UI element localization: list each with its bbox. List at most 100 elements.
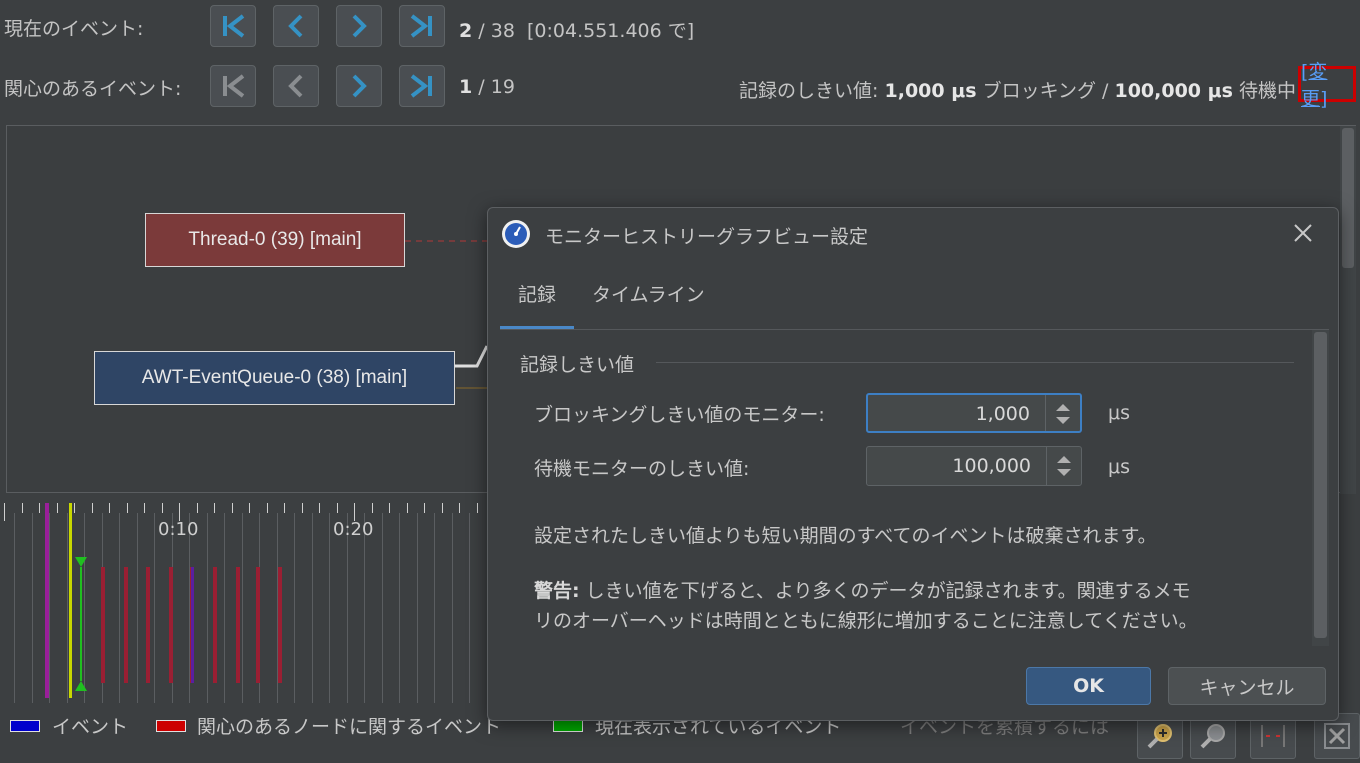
current-event-time: [0:04.551.406 で] [527,20,695,42]
timeline-tick [441,503,443,513]
blocking-spinner[interactable] [1045,395,1080,431]
interest-event-marker [236,567,240,683]
legend-label-event: イベント [52,716,129,738]
event-timeline[interactable] [0,495,490,705]
timeline-tick [196,503,198,513]
timeline-tick [231,503,233,513]
blocking-threshold-input[interactable]: 1,000 [866,393,1082,433]
timeline-tick [4,503,5,521]
legend-swatch-current [553,720,583,732]
cancel-button[interactable]: キャンセル [1168,667,1326,705]
timeline-tick [389,503,390,513]
dialog-scrollbar[interactable] [1312,330,1329,646]
threshold-summary: 記録のしきい値: 1,000 μs ブロッキング / 100,000 μs 待機… [739,80,1296,102]
timeline-tick [74,503,75,513]
timeline-gridline [66,513,68,703]
timeline-gridline [399,513,400,703]
timeline-gridline [451,513,453,703]
timeline-tick [459,503,460,513]
timeline-tick [214,503,215,513]
timeline-gridline [346,513,348,703]
current-event-label: 現在のイベント: [4,18,144,40]
timeline-gridline [224,513,225,703]
timeline-gridline [294,513,295,703]
waiting-unit: μs [1108,456,1130,478]
ok-button[interactable]: OK [1026,667,1151,705]
timeline-tick [336,503,338,513]
timeline-tick [424,503,425,513]
interest-event-marker [146,567,150,683]
timeline-gridline [434,513,435,703]
zoom-in-icon [1147,724,1172,749]
section-divider [656,362,1294,363]
skip-first-icon [223,74,245,98]
timeline-gridline [241,513,243,703]
tab-timeline[interactable]: タイムライン [592,280,705,307]
timeline-tick [56,503,58,513]
interest-event-marker [213,567,217,683]
interest-event-marker [256,567,260,683]
timeline-tick-label: 0:10 [158,519,199,540]
legend-swatch-event [10,720,40,732]
fit-range-icon [1261,725,1285,747]
timeline-gridline [14,513,15,703]
timeline-tick [266,503,268,513]
tab-recording[interactable]: 記録 [518,280,556,307]
waiting-spinner[interactable] [1046,447,1081,485]
legend-swatch-interest [156,720,186,732]
timeline-gridline [31,513,33,703]
timeline-gridline [136,513,138,703]
chevron-left-icon [288,74,303,98]
last-interest-event-button[interactable] [399,65,445,107]
timeline-gridline [469,513,470,703]
skip-first-icon [223,14,245,38]
timeline-gridline [416,513,418,703]
dialog-close-button[interactable] [1289,219,1317,247]
timeline-gridline [364,513,365,703]
timeline-tick [39,503,40,513]
gauge-icon [502,220,530,248]
timeline-gridline [329,513,330,703]
close-icon [1294,224,1312,242]
timeline-tick-label: 0:20 [333,519,374,540]
last-event-button[interactable] [399,5,445,47]
skip-last-icon [410,14,432,38]
first-interest-event-button[interactable] [210,65,256,107]
timeline-tick [109,503,110,513]
dialog-title: モニターヒストリーグラフビュー設定 [545,226,869,248]
previous-event-button[interactable] [273,5,319,47]
close-icon [1324,723,1350,749]
interest-event-marker [278,567,282,683]
chevron-right-icon [352,74,367,98]
next-interest-event-button[interactable] [336,65,382,107]
thread-node-thread-0[interactable]: Thread-0 (39) [main] [145,213,405,267]
legend-label-interest: 関心のあるノードに関するイベント [197,716,502,738]
event-marker [191,567,194,683]
timeline-tick [91,503,93,513]
timeline-tick [21,503,23,513]
timeline-tick [126,503,128,513]
interest-event-label: 関心のあるイベント: [4,78,182,100]
chevron-right-icon [352,14,367,38]
spinner-arrows-icon [1057,456,1071,476]
next-event-button[interactable] [336,5,382,47]
graph-scrollbar[interactable] [1340,126,1356,494]
zoom-out-icon [1200,724,1225,749]
waiting-threshold-label: 待機モニターのしきい値: [534,458,750,480]
section-title: 記録しきい値 [520,354,635,376]
interest-event-marker [124,567,128,683]
first-event-button[interactable] [210,5,256,47]
timeline-gridline [154,513,155,703]
spinner-arrows-icon [1056,404,1070,424]
change-threshold-link[interactable]: [変更] [1298,61,1356,110]
timeline-tick [249,503,250,513]
thread-node-awt-eventqueue[interactable]: AWT-EventQueue-0 (38) [main] [94,351,455,405]
interest-event-marker [169,567,173,683]
waiting-threshold-input[interactable]: 100,000 [866,446,1082,486]
previous-interest-event-button[interactable] [273,65,319,107]
timeline-tick [144,503,145,513]
info-text: 設定されたしきい値よりも短い期間のすべてのイベントは破棄されます。 [534,525,1157,547]
timeline-gridline [206,513,208,703]
current-event-counter: 2 / 38 [0:04.551.406 で] [459,20,695,42]
timeline-tick [371,503,373,513]
